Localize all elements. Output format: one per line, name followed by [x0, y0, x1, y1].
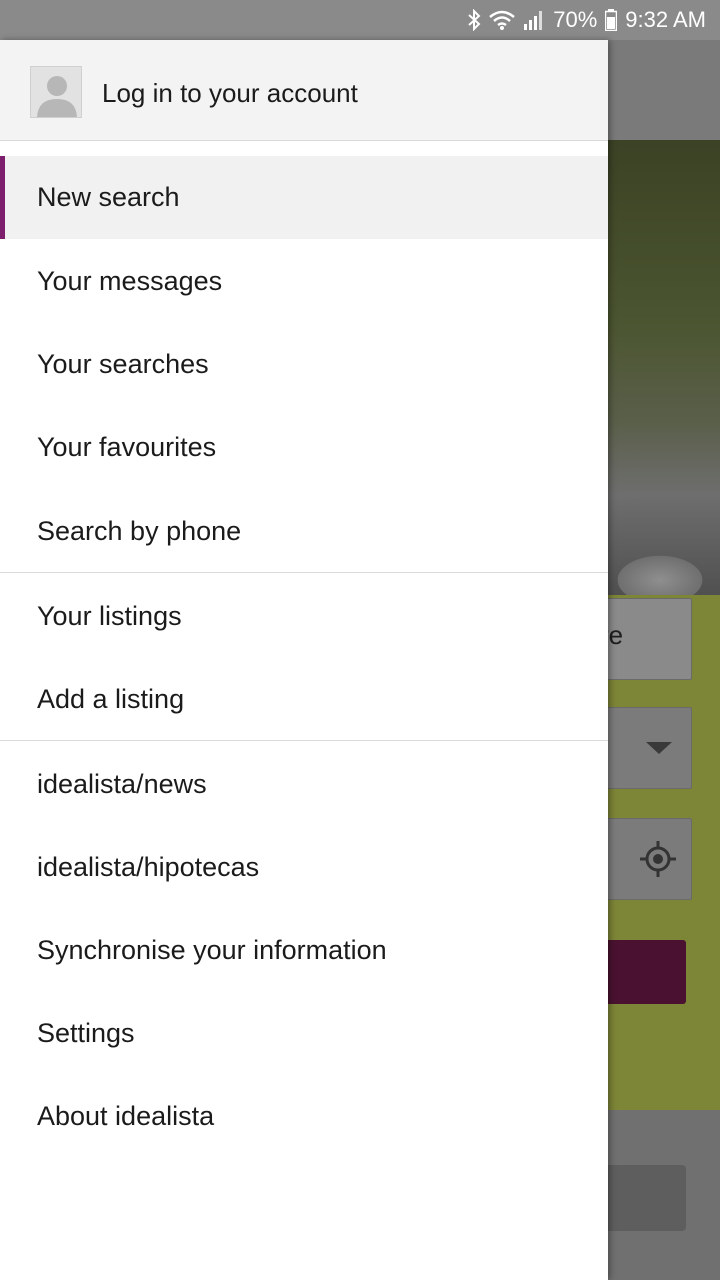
bluetooth-icon [467, 9, 481, 31]
location-target-icon [640, 841, 676, 877]
drawer-header[interactable]: Log in to your account [0, 40, 608, 140]
menu-item-your-listings[interactable]: Your listings [0, 575, 608, 658]
menu-item-search-by-phone[interactable]: Search by phone [0, 490, 608, 573]
menu-item-your-favourites[interactable]: Your favourites [0, 406, 608, 489]
menu-item-label: About idealista [37, 1101, 215, 1131]
menu-item-label: idealista/news [37, 769, 207, 799]
status-bar: 70% 9:32 AM [0, 0, 720, 40]
menu-item-label: Your messages [37, 266, 223, 296]
navigation-drawer: Log in to your account New search Your m… [0, 40, 608, 1280]
battery-percentage: 70% [553, 7, 598, 32]
menu-item-settings[interactable]: Settings [0, 992, 608, 1075]
menu-item-label: New search [37, 182, 180, 212]
divider [0, 740, 608, 741]
signal-icon [523, 10, 545, 30]
menu-item-label: Add a listing [37, 684, 185, 714]
menu-item-label: Your searches [37, 349, 209, 379]
menu-item-about-idealista[interactable]: About idealista [0, 1075, 608, 1158]
menu-item-new-search[interactable]: New search [0, 156, 608, 239]
menu-item-synchronise[interactable]: Synchronise your information [0, 909, 608, 992]
chevron-down-icon [646, 742, 672, 754]
menu-item-your-messages[interactable]: Your messages [0, 240, 608, 323]
menu-item-label: Synchronise your information [37, 935, 387, 965]
divider [0, 140, 608, 141]
menu-item-label: Search by phone [37, 516, 242, 546]
divider [0, 572, 608, 573]
menu-item-your-searches[interactable]: Your searches [0, 323, 608, 406]
user-avatar-icon[interactable] [30, 66, 82, 118]
clock: 9:32 AM [625, 7, 706, 32]
menu-item-label: Your favourites [37, 432, 217, 462]
menu-item-add-a-listing[interactable]: Add a listing [0, 658, 608, 741]
menu-item-idealista-hipotecas[interactable]: idealista/hipotecas [0, 826, 608, 909]
wifi-icon [489, 10, 516, 30]
login-link[interactable]: Log in to your account [102, 78, 358, 109]
menu-item-label: Your listings [37, 601, 182, 631]
menu-item-idealista-news[interactable]: idealista/news [0, 743, 608, 826]
menu-item-label: idealista/hipotecas [37, 852, 260, 882]
menu-item-label: Settings [37, 1018, 135, 1048]
battery-icon [605, 9, 618, 31]
